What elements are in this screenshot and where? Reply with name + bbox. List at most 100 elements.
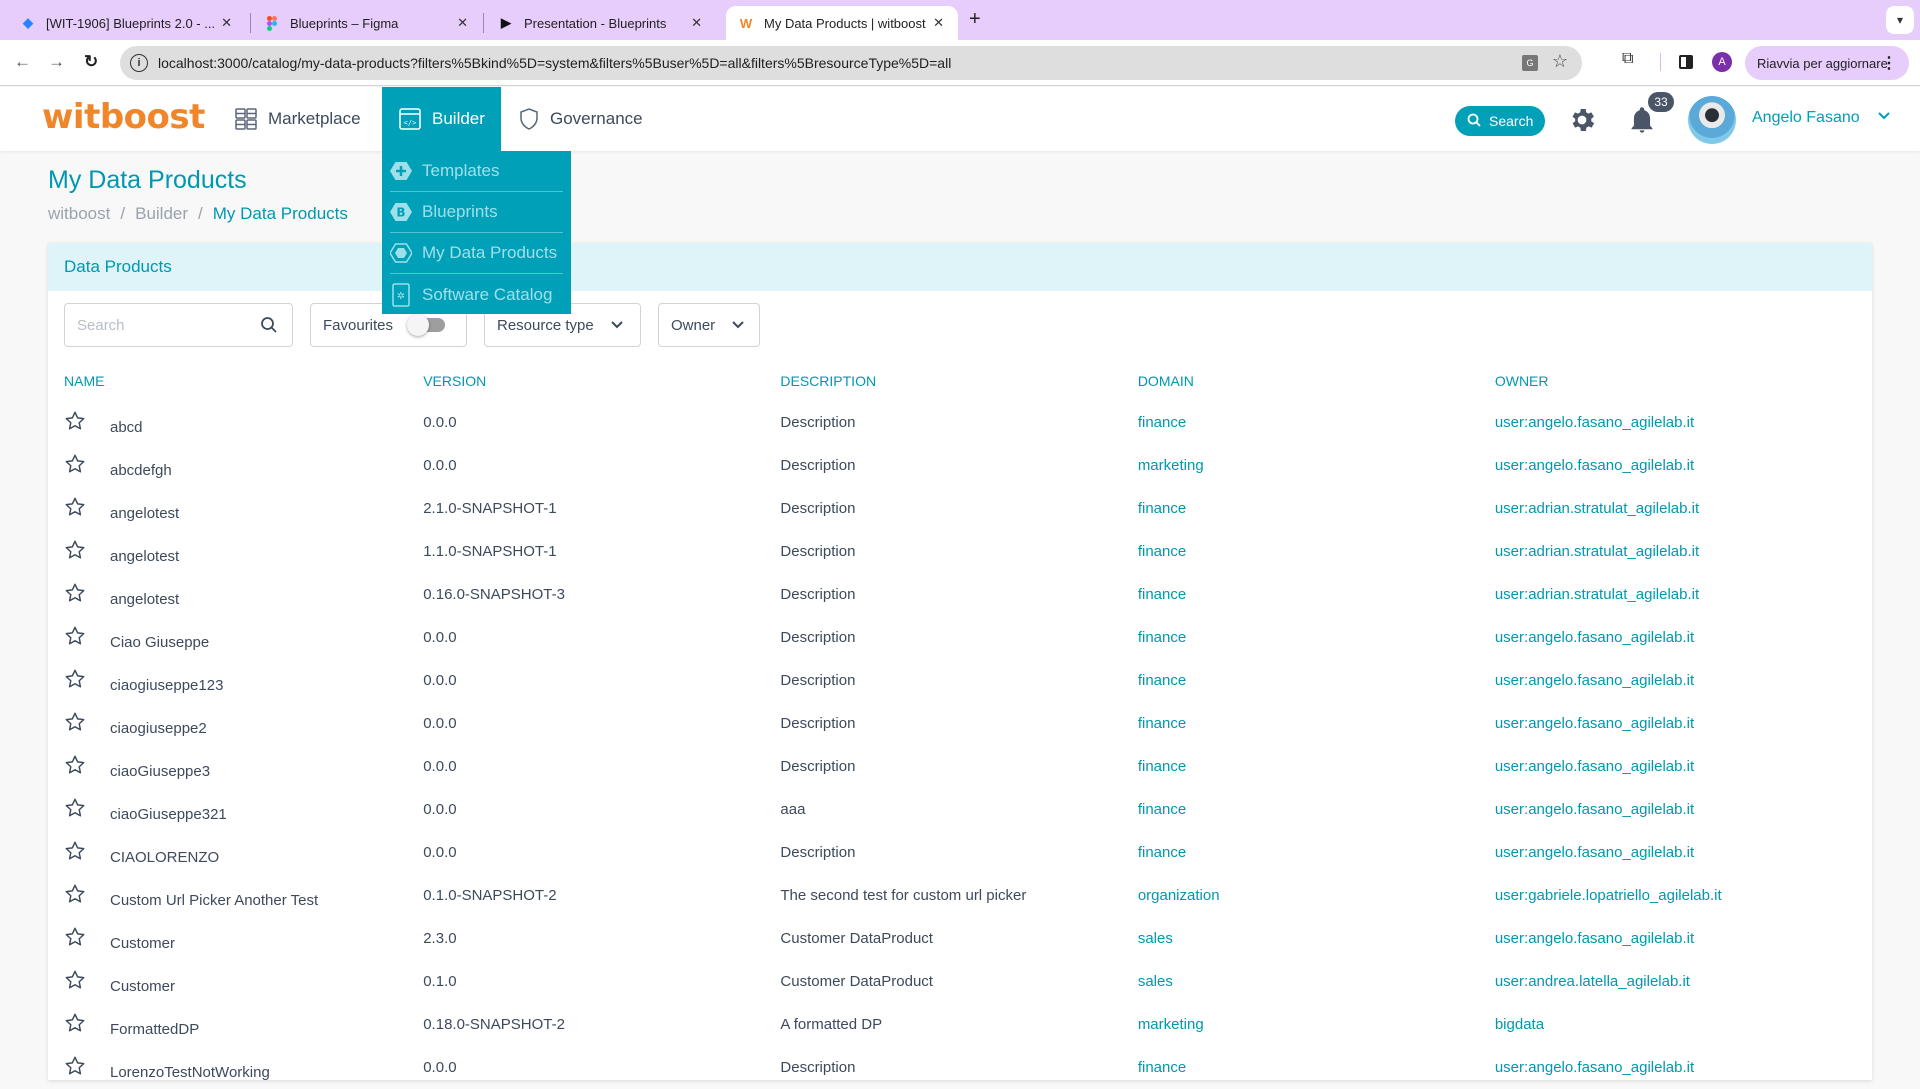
favourite-star-icon[interactable]: [64, 797, 86, 819]
data-product-name[interactable]: abcd: [110, 419, 143, 436]
domain-link[interactable]: finance: [1138, 487, 1495, 530]
domain-link[interactable]: finance: [1138, 831, 1495, 874]
favourite-star-icon[interactable]: [64, 840, 86, 862]
domain-link[interactable]: finance: [1138, 401, 1495, 444]
owner-link[interactable]: user:angelo.fasano_agilelab.it: [1495, 401, 1856, 444]
data-product-name[interactable]: angelotest: [110, 591, 179, 608]
chevron-down-icon[interactable]: [1877, 109, 1891, 128]
domain-link[interactable]: finance: [1138, 788, 1495, 831]
favourite-star-icon[interactable]: [64, 453, 86, 475]
owner-link[interactable]: user:angelo.fasano_agilelab.it: [1495, 702, 1856, 745]
close-tab-icon[interactable]: ✕: [221, 15, 232, 31]
new-tab-button[interactable]: +: [969, 8, 981, 31]
column-header-version[interactable]: VERSION: [423, 361, 780, 401]
data-product-name[interactable]: angelotest: [110, 548, 179, 565]
data-product-name[interactable]: ciaogiuseppe123: [110, 677, 223, 694]
owner-link[interactable]: user:angelo.fasano_agilelab.it: [1495, 831, 1856, 874]
translate-icon[interactable]: G: [1522, 55, 1538, 71]
domain-link[interactable]: organization: [1138, 874, 1495, 917]
data-product-name[interactable]: ciaoGiuseppe3: [110, 763, 210, 780]
domain-link[interactable]: finance: [1138, 745, 1495, 788]
side-panel-icon[interactable]: [1679, 55, 1693, 69]
column-header-name[interactable]: NAME: [64, 361, 423, 401]
back-button[interactable]: ←: [14, 52, 31, 72]
owner-link[interactable]: user:angelo.fasano_agilelab.it: [1495, 745, 1856, 788]
menu-item-blueprints[interactable]: B Blueprints: [390, 192, 563, 233]
site-info-icon[interactable]: i: [130, 54, 148, 72]
global-search-button[interactable]: Search: [1455, 106, 1545, 136]
nav-marketplace[interactable]: Marketplace: [234, 87, 368, 151]
domain-link[interactable]: finance: [1138, 1046, 1495, 1089]
owner-link[interactable]: user:angelo.fasano_agilelab.it: [1495, 444, 1856, 487]
url-text[interactable]: localhost:3000/catalog/my-data-products?…: [158, 55, 951, 71]
owner-link[interactable]: user:adrian.stratulat_agilelab.it: [1495, 573, 1856, 616]
favourite-star-icon[interactable]: [64, 883, 86, 905]
favourite-star-icon[interactable]: [64, 1055, 86, 1077]
favourite-star-icon[interactable]: [64, 711, 86, 733]
domain-link[interactable]: finance: [1138, 659, 1495, 702]
data-product-name[interactable]: LorenzoTestNotWorking: [110, 1064, 270, 1081]
restart-to-update-button[interactable]: Riavvia per aggiornare ⋮: [1745, 46, 1909, 80]
table-row[interactable]: LorenzoTestNotWorking 0.0.0 Description fin…: [64, 1046, 1856, 1089]
reload-button[interactable]: ↻: [84, 52, 98, 72]
data-product-name[interactable]: Ciao Giuseppe: [110, 634, 209, 651]
owner-link[interactable]: user:gabriele.lopatriello_agilelab.it: [1495, 874, 1856, 917]
browser-profile-avatar[interactable]: A: [1712, 52, 1732, 72]
menu-item-my-data-products[interactable]: My Data Products: [390, 233, 563, 274]
owner-link[interactable]: user:angelo.fasano_agilelab.it: [1495, 917, 1856, 960]
column-header-description[interactable]: DESCRIPTION: [780, 361, 1137, 401]
favourite-star-icon[interactable]: [64, 410, 86, 432]
domain-link[interactable]: finance: [1138, 573, 1495, 616]
table-row[interactable]: ciaogiuseppe2 0.0.0 Description finance user…: [64, 702, 1856, 745]
favourites-toggle[interactable]: [407, 314, 446, 336]
user-avatar[interactable]: [1688, 96, 1736, 144]
domain-link[interactable]: marketing: [1138, 444, 1495, 487]
breadcrumb-item[interactable]: witboost: [48, 204, 110, 224]
close-tab-icon[interactable]: ✕: [457, 15, 468, 31]
table-row[interactable]: ciaoGiuseppe321 0.0.0 aaa finance user:angel…: [64, 788, 1856, 831]
menu-item-templates[interactable]: Templates: [390, 151, 563, 192]
data-product-name[interactable]: ciaoGiuseppe321: [110, 806, 227, 823]
domain-link[interactable]: finance: [1138, 616, 1495, 659]
data-product-name[interactable]: CIAOLORENZO: [110, 849, 219, 866]
browser-tab[interactable]: Blueprints – Figma ✕: [252, 6, 482, 40]
browser-tab-active[interactable]: W My Data Products | witboost ✕: [726, 6, 958, 40]
owner-link[interactable]: user:angelo.fasano_agilelab.it: [1495, 659, 1856, 702]
close-tab-icon[interactable]: ✕: [691, 15, 702, 31]
table-row[interactable]: Custom Url Picker Another Test 0.1.0-SNAP…: [64, 874, 1856, 917]
owner-link[interactable]: bigdata: [1495, 1003, 1856, 1046]
address-bar[interactable]: i localhost:3000/catalog/my-data-product…: [120, 46, 1582, 80]
data-product-name[interactable]: FormattedDP: [110, 1021, 199, 1038]
data-product-name[interactable]: Customer: [110, 935, 175, 952]
menu-item-software-catalog[interactable]: ✲ Software Catalog: [390, 274, 563, 315]
forward-button[interactable]: →: [48, 52, 65, 72]
table-row[interactable]: angelotest 2.1.0-SNAPSHOT-1 Description fin…: [64, 487, 1856, 530]
table-row[interactable]: abcd 0.0.0 Description finance user:angelo.f…: [64, 401, 1856, 444]
settings-gear-icon[interactable]: [1567, 105, 1597, 140]
nav-governance[interactable]: Governance: [518, 87, 658, 151]
table-row[interactable]: Customer 0.1.0 Customer DataProduct sales us…: [64, 960, 1856, 1003]
favourite-star-icon[interactable]: [64, 754, 86, 776]
nav-builder[interactable]: </> Builder: [382, 87, 501, 151]
data-product-name[interactable]: Customer: [110, 978, 175, 995]
owner-link[interactable]: user:angelo.fasano_agilelab.it: [1495, 788, 1856, 831]
extensions-puzzle-icon[interactable]: ⧉: [1622, 50, 1633, 68]
table-row[interactable]: FormattedDP 0.18.0-SNAPSHOT-2 A formatted …: [64, 1003, 1856, 1046]
favourite-star-icon[interactable]: [64, 926, 86, 948]
owner-link[interactable]: user:angelo.fasano_agilelab.it: [1495, 616, 1856, 659]
domain-link[interactable]: finance: [1138, 702, 1495, 745]
user-name[interactable]: Angelo Fasano: [1752, 109, 1860, 127]
owner-link[interactable]: user:angelo.fasano_agilelab.it: [1495, 1046, 1856, 1089]
favourite-star-icon[interactable]: [64, 1012, 86, 1034]
table-row[interactable]: ciaogiuseppe123 0.0.0 Description finance us…: [64, 659, 1856, 702]
table-row[interactable]: abcdefgh 0.0.0 Description marketing user:an…: [64, 444, 1856, 487]
owner-link[interactable]: user:adrian.stratulat_agilelab.it: [1495, 487, 1856, 530]
data-product-name[interactable]: abcdefgh: [110, 462, 172, 479]
data-product-name[interactable]: angelotest: [110, 505, 179, 522]
browser-tab[interactable]: ▶ Presentation - Blueprints ✕: [486, 6, 716, 40]
column-header-owner[interactable]: OWNER: [1495, 361, 1856, 401]
table-row[interactable]: Customer 2.3.0 Customer DataProduct sales us…: [64, 917, 1856, 960]
owner-link[interactable]: user:adrian.stratulat_agilelab.it: [1495, 530, 1856, 573]
table-row[interactable]: angelotest 1.1.0-SNAPSHOT-1 Description fin…: [64, 530, 1856, 573]
data-product-name[interactable]: Custom Url Picker Another Test: [110, 892, 318, 909]
